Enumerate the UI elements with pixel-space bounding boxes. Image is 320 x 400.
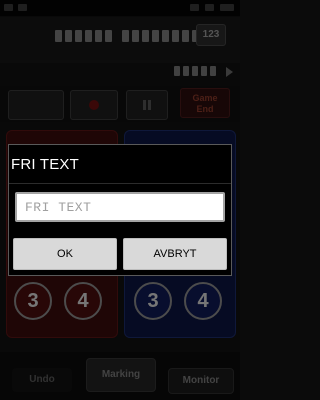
dialog-divider (9, 183, 231, 184)
cancel-button[interactable]: AVBRYT (123, 238, 227, 270)
ok-button[interactable]: OK (13, 238, 117, 270)
dialog-title: FRI TEXT (11, 156, 79, 173)
free-text-input[interactable] (15, 192, 225, 222)
